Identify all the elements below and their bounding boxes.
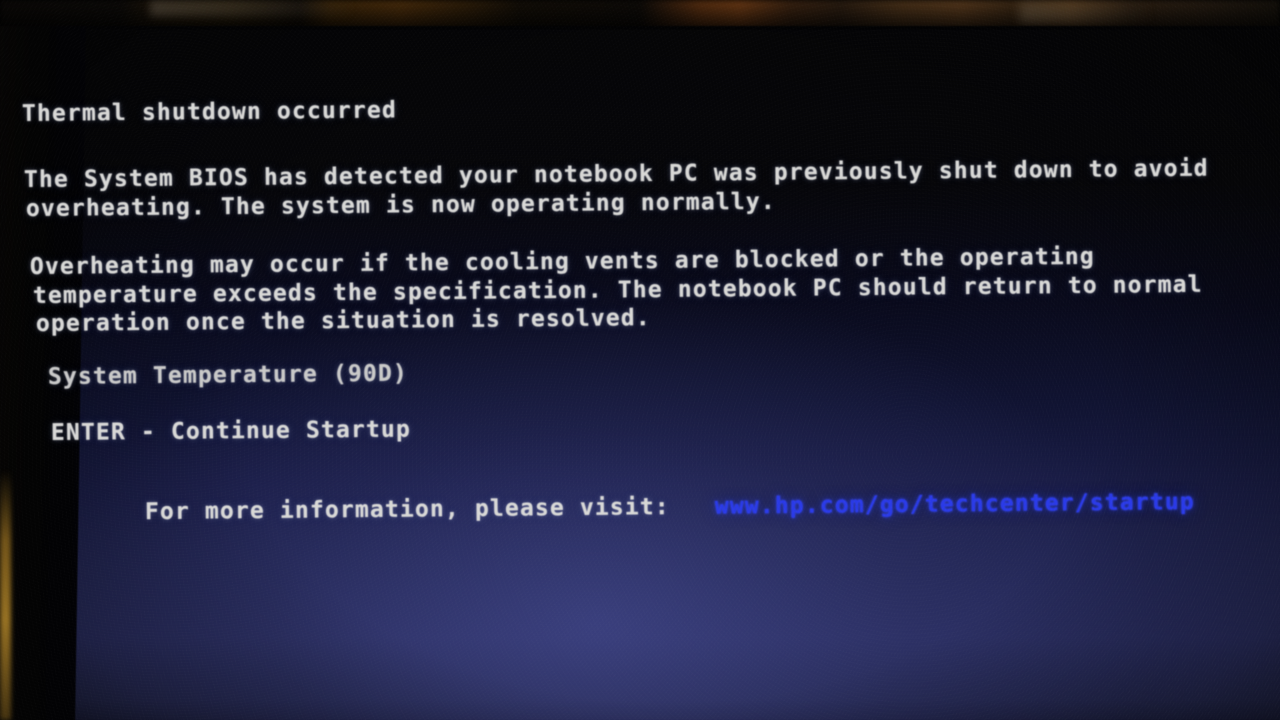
paragraph-1-line-2: overheating. The system is now operating…: [25, 188, 776, 222]
thermal-shutdown-title: Thermal shutdown occurred: [21, 97, 398, 127]
more-information-prompt: For more information, please visit: www.…: [55, 468, 1195, 548]
more-information-label: For more information, please visit:: [144, 494, 670, 526]
paragraph-1-line-1: The System BIOS has detected your notebo…: [23, 155, 1209, 193]
enter-continue-startup-prompt[interactable]: ENTER - Continue Startup: [51, 417, 411, 446]
url-spacer: [670, 494, 715, 520]
system-temperature-readout: System Temperature (90D): [47, 360, 409, 390]
photograph-of-laptop-screen: Thermal shutdown occurred The System BIO…: [0, 0, 1280, 720]
bios-message-text: Thermal shutdown occurred The System BIO…: [0, 0, 1280, 720]
paragraph-2-line-3: operation once the situation is resolved…: [35, 305, 651, 337]
paragraph-2-line-2: temperature exceeds the specification. T…: [32, 271, 1203, 309]
hp-techcenter-url-link[interactable]: www.hp.com/go/techcenter/startup: [715, 489, 1195, 520]
